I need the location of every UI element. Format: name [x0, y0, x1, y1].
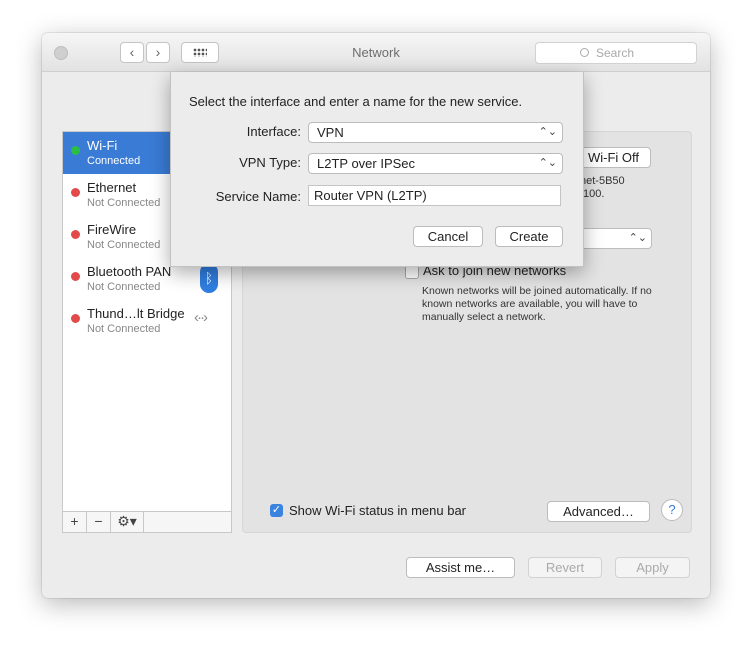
service-status: Not Connected — [87, 197, 161, 209]
status-dot — [71, 314, 80, 323]
service-status: Not Connected — [87, 281, 161, 293]
add-service-button[interactable]: + — [63, 512, 87, 532]
bluetooth-icon: ᛒ — [200, 263, 218, 293]
service-name-label: Service Name: — [215, 189, 301, 204]
interface-label: Interface: — [246, 124, 301, 139]
show-wifi-status-label: Show Wi-Fi status in menu bar — [289, 503, 467, 518]
network-name-popup[interactable]: ⌃⌄ — [580, 228, 652, 249]
chevron-updown-icon: ⌃⌄ — [628, 232, 647, 244]
turn-wifi-off-button[interactable]: Wi-Fi Off — [576, 147, 651, 168]
help-button[interactable]: ? — [661, 499, 683, 521]
checkmark-icon: ✓ — [271, 504, 282, 516]
bridge-arrows-icon: ‹··› — [194, 309, 208, 326]
service-item-thunderbolt-bridge[interactable]: Thund…lt Bridge Not Connected ‹··› — [63, 300, 231, 342]
service-status: Not Connected — [87, 239, 161, 251]
status-dot — [71, 272, 80, 281]
create-button[interactable]: Create — [495, 226, 563, 247]
vpn-type-popup[interactable]: L2TP over IPSec ⌃⌄ — [308, 153, 563, 174]
advanced-button[interactable]: Advanced… — [547, 501, 650, 522]
assist-me-button[interactable]: Assist me… — [406, 557, 515, 578]
search-field[interactable]: Search — [535, 42, 697, 64]
vpn-type-value: L2TP over IPSec — [317, 156, 416, 171]
chevron-updown-icon: ⌃⌄ — [538, 157, 557, 169]
action-menu-button[interactable]: ⚙▾ — [111, 512, 144, 532]
interface-value: VPN — [317, 125, 344, 140]
status-dot — [71, 146, 80, 155]
ask-to-join-checkbox[interactable] — [405, 265, 419, 279]
status-dot — [71, 230, 80, 239]
network-info-text: net-5B50 — [580, 175, 625, 187]
service-name: Wi-Fi — [87, 138, 118, 153]
apply-button[interactable]: Apply — [615, 557, 690, 578]
sheet-prompt: Select the interface and enter a name fo… — [189, 94, 523, 109]
ask-to-join-description: Known networks will be joined automatica… — [422, 285, 652, 323]
vpn-type-label: VPN Type: — [239, 155, 301, 170]
service-name: Thund…lt Bridge — [87, 306, 185, 321]
service-list-toolbar: + − ⚙▾ — [62, 511, 232, 533]
service-status: Not Connected — [87, 323, 161, 335]
service-name: Ethernet — [87, 180, 137, 195]
revert-button[interactable]: Revert — [528, 557, 602, 578]
cancel-button[interactable]: Cancel — [413, 226, 483, 247]
remove-service-button[interactable]: − — [87, 512, 111, 532]
title-bar: ‹ › Network Search — [42, 33, 710, 72]
service-name: Bluetooth PAN — [87, 264, 172, 279]
status-dot — [71, 188, 80, 197]
chevron-updown-icon: ⌃⌄ — [538, 126, 557, 138]
new-service-sheet: Select the interface and enter a name fo… — [170, 72, 584, 267]
interface-popup[interactable]: VPN ⌃⌄ — [308, 122, 563, 143]
show-wifi-status-checkbox[interactable]: ✓ — [270, 504, 283, 517]
service-status: Connected — [87, 155, 141, 167]
service-name-input[interactable] — [308, 185, 561, 206]
service-name: FireWire — [87, 222, 137, 237]
search-icon — [580, 48, 589, 57]
search-placeholder: Search — [596, 46, 635, 60]
